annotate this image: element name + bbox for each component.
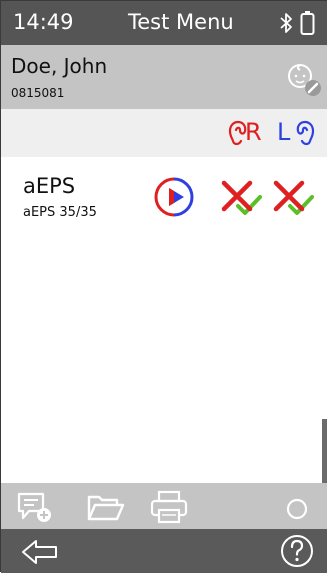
action-toolbar [1,483,327,529]
circle-icon[interactable] [285,489,309,525]
left-ear-icon [296,120,315,146]
battery-icon [300,11,315,35]
left-ear-label: L [277,118,291,146]
scrollbar[interactable] [322,157,327,483]
bluetooth-icon [280,13,292,33]
result-fail-pass-icon[interactable] [220,177,262,217]
folder-icon[interactable] [85,489,127,525]
test-detail: aEPS 35/35 [23,205,97,220]
screen-title: Test Menu [128,10,234,34]
device-screen: 14:49 Test Menu Doe, John 0815081 R L aE… [0,0,327,573]
result-fail-pass-icon[interactable] [272,177,314,217]
baby-profile-icon[interactable] [284,59,324,99]
test-name: aEPS [23,174,76,198]
add-comment-icon[interactable] [15,489,53,525]
help-icon[interactable] [279,533,315,569]
back-arrow-icon[interactable] [21,539,59,565]
scrollbar-thumb[interactable] [322,419,327,483]
right-ear-icon [228,120,247,146]
test-item-aeps[interactable]: aEPS aEPS 35/35 [1,157,322,237]
status-bar: 14:49 Test Menu [1,1,327,45]
patient-id: 0815081 [11,86,65,100]
ear-selection-row: R L [1,109,327,157]
patient-header[interactable]: Doe, John 0815081 [1,45,327,109]
patient-name: Doe, John [11,54,108,78]
play-icon[interactable] [153,176,195,218]
clock: 14:49 [13,10,74,34]
navigation-bar [1,529,327,573]
right-ear-label: R [245,118,262,146]
printer-icon[interactable] [149,489,189,525]
